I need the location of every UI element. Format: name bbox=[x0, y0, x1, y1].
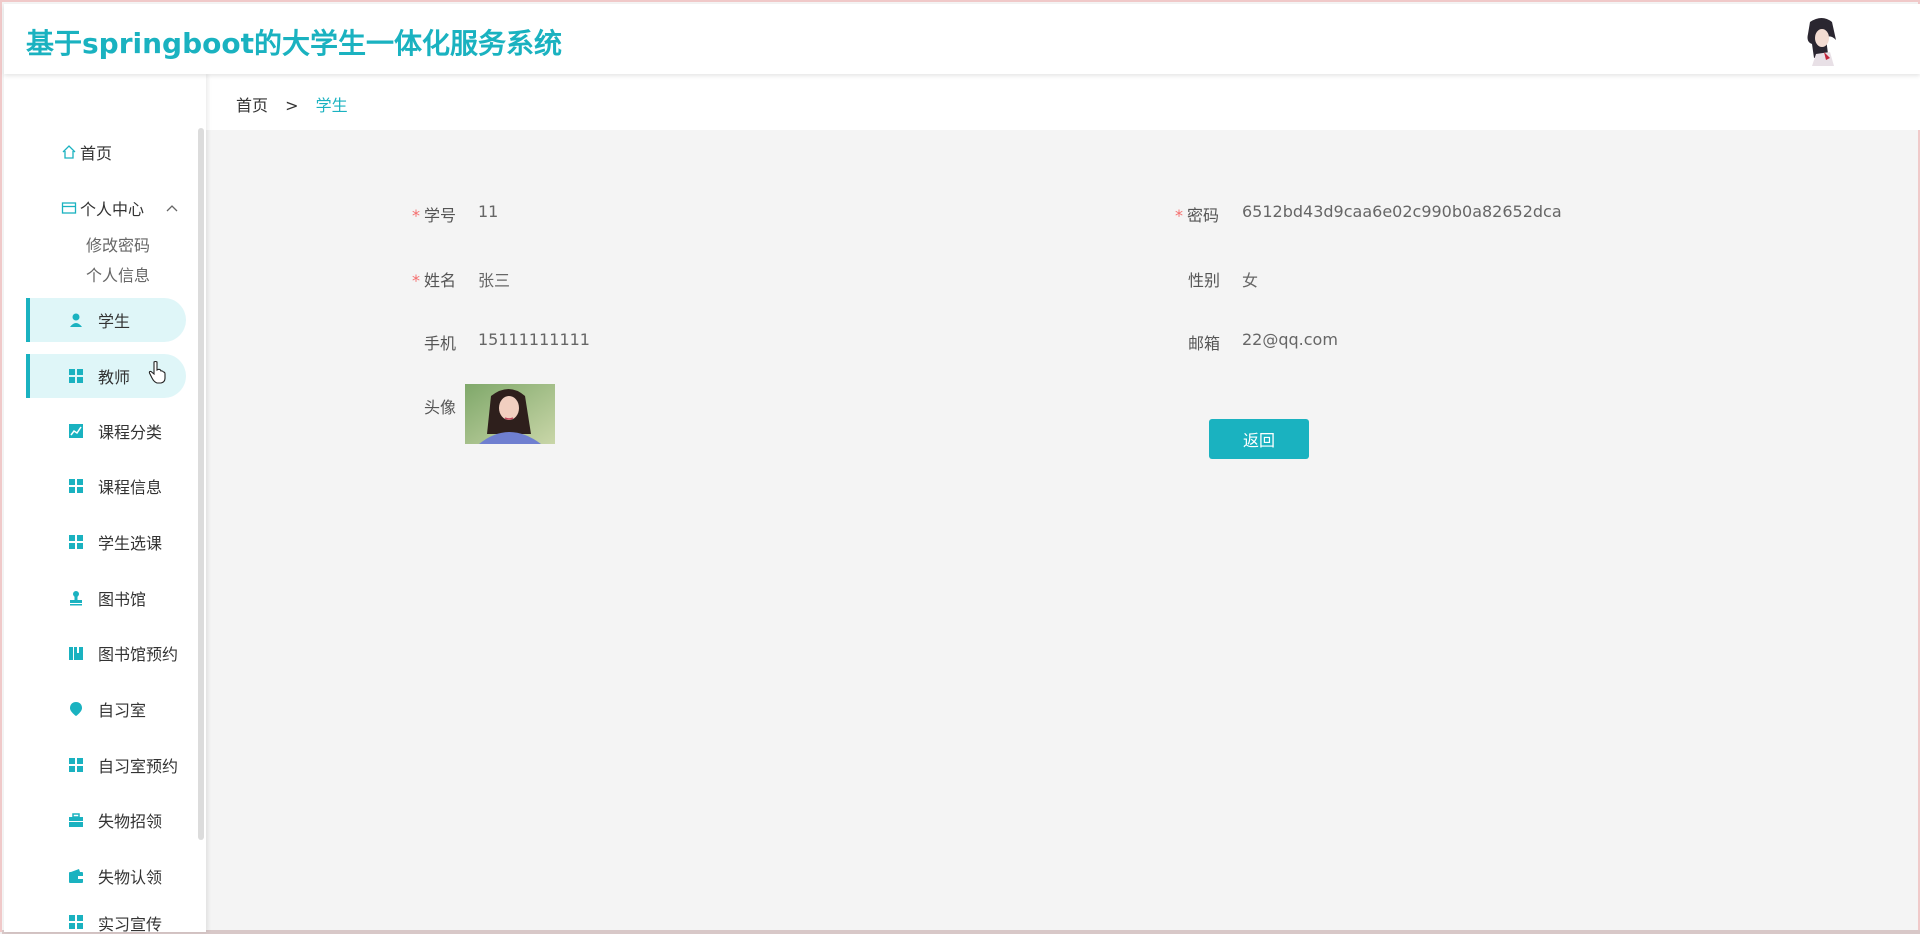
required-mark: * bbox=[412, 206, 420, 225]
sidebar: 首页 个人中心 修改密码 个人信息 学生 教师 课程分类 课程信息 学生选课 图… bbox=[4, 74, 206, 932]
top-header: 基于springboot的大学生一体化服务系统 bbox=[4, 4, 1920, 74]
sidebar-item-library[interactable]: 图书馆 bbox=[26, 576, 186, 620]
email-label: 邮箱 bbox=[1188, 334, 1221, 353]
phone-label: 手机 bbox=[424, 334, 457, 353]
sidebar-item-label: 自习室预约 bbox=[98, 757, 179, 776]
chevron-up-icon bbox=[166, 204, 178, 212]
home-icon bbox=[60, 143, 78, 161]
required-mark: * bbox=[412, 271, 420, 290]
avatar-photo[interactable] bbox=[465, 384, 555, 444]
app-title: 基于springboot的大学生一体化服务系统 bbox=[26, 27, 562, 60]
main-content: 首页 > 学生 * 学号 11 * 密码 6512bd43d9caa6e02c990… bbox=[206, 74, 1920, 932]
email-value: 22@qq.com bbox=[1242, 330, 1338, 349]
sidebar-item-internship[interactable]: 实习宣传 bbox=[26, 909, 186, 932]
sidebar-item-course-selection[interactable]: 学生选课 bbox=[26, 520, 186, 564]
breadcrumb-current: 学生 bbox=[315, 96, 348, 115]
phone-value: 15111111111 bbox=[478, 330, 590, 349]
breadcrumb-separator: > bbox=[285, 96, 299, 115]
sidebar-item-course-category[interactable]: 课程分类 bbox=[26, 409, 186, 453]
sidebar-item-label: 课程信息 bbox=[98, 478, 163, 497]
sidebar-item-label: 失物招领 bbox=[98, 812, 163, 831]
password-value: 6512bd43d9caa6e02c990b0a82652dca bbox=[1242, 202, 1562, 221]
name-label-text: 姓名 bbox=[424, 271, 457, 290]
name-label: * 姓名 bbox=[412, 267, 456, 291]
grid-icon bbox=[69, 479, 83, 493]
sidebar-item-study-room-booking[interactable]: 自习室预约 bbox=[26, 743, 186, 787]
grid-icon bbox=[69, 369, 83, 383]
gender-label: 性别 bbox=[1188, 271, 1221, 290]
sidebar-item-study-room[interactable]: 自习室 bbox=[26, 687, 186, 731]
sidebar-item-lost-claim[interactable]: 失物认领 bbox=[26, 854, 186, 898]
hand-cursor-icon bbox=[148, 360, 166, 384]
sidebar-item-label: 图书馆 bbox=[98, 590, 147, 609]
sidebar-item-label: 首页 bbox=[80, 144, 113, 163]
password-label-text: 密码 bbox=[1187, 206, 1220, 225]
sidebar-item-label: 自习室 bbox=[98, 701, 147, 720]
briefcase-icon bbox=[69, 813, 83, 827]
card-icon bbox=[60, 199, 78, 217]
breadcrumb-bar: 首页 > 学生 bbox=[206, 74, 1920, 130]
password-label: * 密码 bbox=[1175, 202, 1219, 226]
grid-icon bbox=[69, 535, 83, 549]
back-button[interactable]: 返回 bbox=[1209, 419, 1309, 459]
user-avatar-icon[interactable] bbox=[1796, 14, 1848, 66]
sidebar-item-lost-found[interactable]: 失物招领 bbox=[26, 798, 186, 842]
sidebar-item-student[interactable]: 学生 bbox=[26, 298, 186, 342]
student-id-value: 11 bbox=[478, 202, 499, 221]
user-icon bbox=[70, 313, 82, 327]
sidebar-subitem-personal-info[interactable]: 个人信息 bbox=[86, 262, 150, 286]
sidebar-item-home[interactable]: 首页 bbox=[60, 140, 112, 164]
sidebar-item-label: 学生选课 bbox=[98, 534, 163, 553]
location-icon bbox=[70, 702, 82, 716]
sidebar-item-personal-center[interactable]: 个人中心 bbox=[60, 196, 178, 220]
breadcrumb-home[interactable]: 首页 bbox=[236, 96, 268, 115]
sidebar-item-label: 图书馆预约 bbox=[98, 645, 179, 664]
sidebar-item-label: 实习宣传 bbox=[98, 915, 163, 932]
sidebar-item-label: 个人中心 bbox=[80, 200, 145, 219]
chart-icon bbox=[69, 424, 83, 438]
student-id-label-text: 学号 bbox=[424, 206, 457, 225]
gender-value: 女 bbox=[1242, 271, 1259, 290]
student-id-label: * 学号 bbox=[412, 202, 456, 226]
breadcrumb: 首页 > 学生 bbox=[236, 92, 348, 116]
sidebar-subitem-change-password[interactable]: 修改密码 bbox=[86, 232, 150, 256]
avatar-label: 头像 bbox=[424, 398, 457, 417]
sidebar-scrollbar[interactable] bbox=[198, 128, 204, 840]
stamp-icon bbox=[70, 591, 82, 606]
wallet-icon bbox=[69, 869, 83, 883]
required-mark: * bbox=[1175, 206, 1183, 225]
grid-icon bbox=[69, 758, 83, 772]
sidebar-item-label: 教师 bbox=[98, 368, 131, 387]
sidebar-item-label: 学生 bbox=[98, 312, 131, 331]
app-window: 基于springboot的大学生一体化服务系统 首页 个人中心 修改密码 个人信… bbox=[0, 0, 1920, 934]
bottom-border bbox=[2, 930, 1920, 934]
sidebar-item-library-booking[interactable]: 图书馆预约 bbox=[26, 631, 186, 675]
name-value: 张三 bbox=[478, 271, 511, 290]
sidebar-item-course-info[interactable]: 课程信息 bbox=[26, 464, 186, 508]
sidebar-item-label: 失物认领 bbox=[98, 868, 163, 887]
book-icon bbox=[69, 647, 83, 660]
sidebar-item-label: 课程分类 bbox=[98, 423, 163, 442]
grid-icon bbox=[69, 915, 83, 929]
